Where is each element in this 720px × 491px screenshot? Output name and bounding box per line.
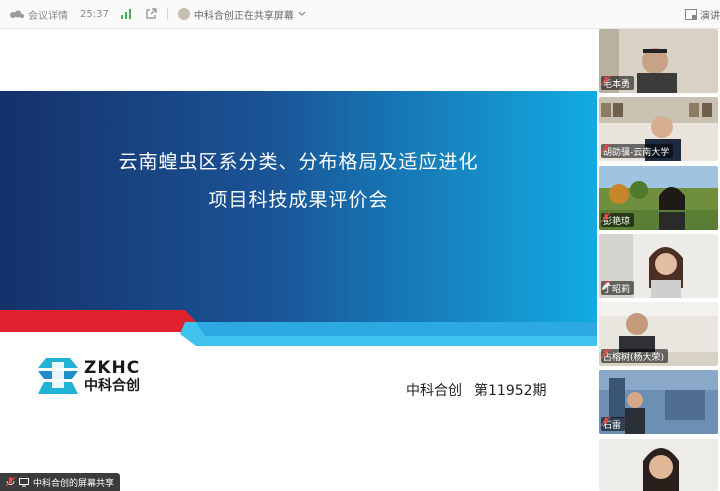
meeting-details-link[interactable]: 会议详情	[28, 7, 68, 22]
participant-nametag: 丁昭莉	[601, 281, 635, 295]
participant-tile[interactable]: 丁昭莉	[599, 234, 718, 298]
mic-muted-icon	[601, 349, 611, 359]
participant-tile[interactable]: 彭艳琼	[599, 166, 718, 230]
presenter-avatar	[177, 8, 190, 20]
participant-tile[interactable]: 毛本勇	[599, 29, 718, 93]
participant-name: 古榕树(杨大荣)	[603, 352, 665, 363]
logo-text-en: ZKHC	[84, 357, 141, 378]
share-out-icon[interactable]	[145, 8, 157, 20]
slide-title-line1: 云南蝗虫区系分类、分布格局及适应进化	[118, 151, 479, 173]
mic-muted-icon	[6, 477, 15, 487]
screen-share-tag[interactable]: 中科合创的屏幕共享	[0, 473, 121, 491]
mic-muted-icon	[601, 213, 611, 223]
shared-screen: 云南蝗虫区系分类、分布格局及适应进化 项目科技成果评价会 ZKHC 中科合创 中…	[0, 29, 597, 491]
screen-share-label: 中科合创的屏幕共享	[33, 478, 115, 489]
participant-tile[interactable]	[599, 439, 718, 491]
chevron-down-icon	[298, 11, 306, 16]
company-logo: ZKHC 中科合创	[38, 358, 140, 394]
mic-muted-icon	[601, 144, 611, 154]
speaker-view-button[interactable]: 演讲	[685, 0, 720, 28]
speaker-view-label: 演讲	[700, 10, 720, 22]
mic-muted-icon	[601, 76, 611, 86]
mic-muted-icon	[601, 417, 611, 427]
participant-nametag: 胡劭骥-云南大学	[601, 144, 674, 158]
participant-nametag: 古榕树(杨大荣)	[601, 349, 669, 363]
participant-nametag: 彭艳琼	[601, 213, 635, 227]
presentation-slide: 云南蝗虫区系分类、分布格局及适应进化 项目科技成果评价会 ZKHC 中科合创 中…	[0, 29, 597, 469]
signal-icon[interactable]	[120, 9, 133, 19]
meeting-logo-icon	[10, 10, 24, 18]
participant-tile[interactable]: 胡劭骥-云南大学	[599, 97, 718, 161]
presenter-status-text: 中科合创正在共享屏幕	[193, 10, 294, 22]
participant-name: 胡劭骥-云南大学	[603, 147, 670, 158]
title-banner	[0, 91, 597, 346]
slide-title-line2: 项目科技成果评价会	[208, 189, 389, 211]
participant-nametag: 毛本勇	[601, 76, 635, 90]
pen-icon	[602, 282, 610, 290]
participant-tile[interactable]: 石雷	[599, 370, 718, 434]
divider	[166, 8, 168, 20]
logo-text-cn: 中科合创	[84, 377, 140, 394]
participant-tile[interactable]: 古榕树(杨大荣)	[599, 302, 718, 366]
issue-info: 中科合创 第11952期	[406, 380, 559, 400]
participant-panel: 毛本勇 胡劭骥-云南大学 彭艳琼 丁昭莉 古榕树(杨大荣) 石雷	[597, 29, 720, 491]
top-bar: 会议详情 25:37 中科合创正在共享屏幕 演讲	[0, 0, 720, 29]
elapsed-time: 25:37	[80, 8, 109, 20]
speaker-view-icon	[685, 8, 697, 20]
organizer: 中科合创	[406, 383, 462, 399]
issue-number: 第11952期	[474, 383, 547, 399]
screen-share-icon	[19, 477, 29, 486]
participant-nametag: 石雷	[601, 417, 626, 431]
red-stripe	[0, 310, 196, 332]
presenter-status[interactable]: 中科合创正在共享屏幕	[177, 7, 306, 22]
zkhc-logo-icon	[38, 358, 78, 394]
